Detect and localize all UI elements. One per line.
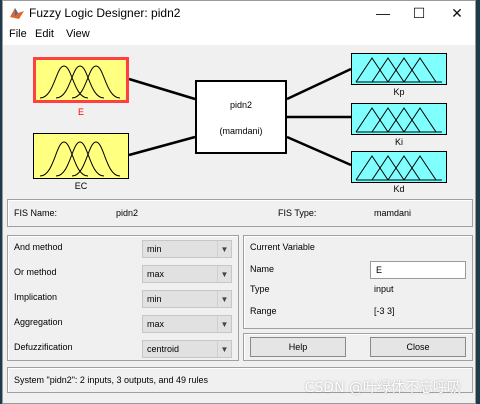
fis-type-label: FIS Type: [278,208,317,218]
current-variable-heading: Current Variable [250,242,315,252]
variable-name-label: Name [250,264,275,274]
and-method-dropdown[interactable]: min ▼ [142,240,232,258]
help-button[interactable]: Help [250,337,346,357]
fis-system-box[interactable]: pidn2 (mamdani) [195,80,287,154]
defuzzification-dropdown[interactable]: centroid ▼ [142,340,232,358]
menu-view[interactable]: View [66,28,90,40]
watermark-text: CSDN @叶绿体不忘呼吸 [304,380,461,396]
chevron-down-icon: ▼ [217,266,231,282]
variable-type-label: Type [250,284,270,294]
variable-name-field[interactable]: E [370,261,466,279]
implication-label: Implication [14,292,58,302]
output-variable-kp[interactable] [351,53,447,85]
chevron-down-icon: ▼ [217,241,231,257]
output-ki-label: Ki [394,137,403,147]
defuzzification-label: Defuzzification [14,342,73,352]
defuzzification-value: centroid [147,344,180,354]
triangular-mf-icon [355,57,442,83]
chevron-down-icon: ▼ [217,291,231,307]
maximize-button[interactable]: ☐ [401,1,437,25]
menu-file[interactable]: File [9,28,27,40]
aggregation-value: max [147,319,165,329]
fis-name-value: pidn2 [116,208,139,218]
or-method-label: Or method [14,267,57,277]
aggregation-dropdown[interactable]: max ▼ [142,315,232,333]
or-method-value: max [147,269,165,279]
implication-dropdown[interactable]: min ▼ [142,290,232,308]
fis-info-panel: FIS Name: pidn2 FIS Type: mamdani [7,199,473,227]
triangular-mf-icon [355,155,442,181]
close-window-button[interactable]: ✕ [439,1,475,25]
fis-center-name: pidn2 [229,100,253,110]
chevron-down-icon: ▼ [217,316,231,332]
variable-type-value: input [374,284,394,294]
minimize-button[interactable]: — [365,1,401,25]
current-variable-panel: Current Variable Name E Type input Range… [243,235,473,329]
implication-value: min [147,294,162,304]
title-bar: Fuzzy Logic Designer: pidn2 — ☐ ✕ [3,1,475,25]
matlab-app-icon [10,8,24,19]
chevron-down-icon: ▼ [217,341,231,357]
triangular-mf-icon [355,107,442,133]
menu-edit[interactable]: Edit [35,28,54,40]
or-method-dropdown[interactable]: max ▼ [142,265,232,283]
variable-range-value: [-3 3] [374,306,395,316]
buttons-panel: Help Close [243,333,473,361]
and-method-value: min [147,244,162,254]
methods-panel: And method min ▼ Or method max ▼ Implica… [7,235,239,361]
aggregation-label: Aggregation [14,317,63,327]
fis-type-value: mamdani [374,208,412,218]
input-ec-label: EC [74,181,88,191]
output-kp-label: Kp [393,87,405,97]
fis-name-label: FIS Name: [14,208,58,218]
input-variable-ec[interactable] [33,133,129,179]
fis-center-type: (mamdani) [219,126,263,136]
close-button[interactable]: Close [370,337,466,357]
status-text: System "pidn2": 2 inputs, 3 outputs, and… [14,375,209,385]
output-variable-ki[interactable] [351,103,447,135]
gaussian-mf-icon [39,141,121,177]
output-kd-label: Kd [393,184,405,194]
variable-name-value: E [376,265,383,275]
fis-diagram: E EC pidn2 (mamdani) Kp Ki Kd [7,47,473,194]
window-title: Fuzzy Logic Designer: pidn2 [29,6,181,20]
variable-range-label: Range [250,306,277,316]
input-e-label: E [77,107,84,117]
gaussian-mf-icon [39,65,121,99]
menu-bar: File Edit View [3,25,475,45]
fuzzy-logic-designer-window: Fuzzy Logic Designer: pidn2 — ☐ ✕ File E… [2,0,476,404]
input-variable-e[interactable] [33,57,129,103]
and-method-label: And method [14,242,63,252]
output-variable-kd[interactable] [351,151,447,183]
